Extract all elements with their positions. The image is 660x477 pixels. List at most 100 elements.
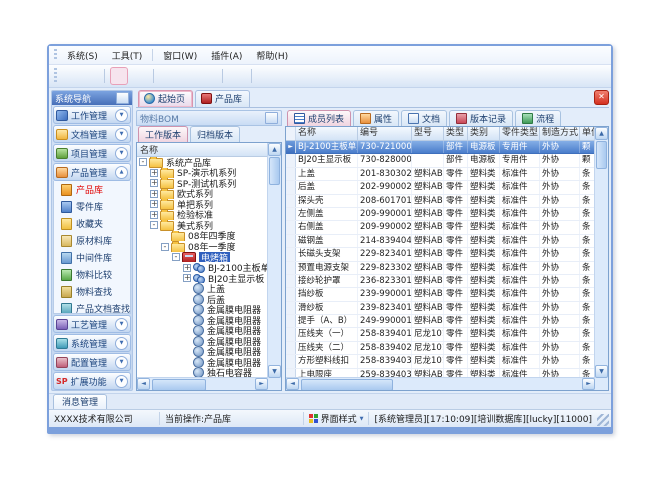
column-header-type[interactable]: 类型 <box>444 127 468 140</box>
member-tab[interactable]: 成员列表 <box>287 110 351 126</box>
scroll-left-button[interactable]: ◄ <box>286 378 299 390</box>
sidebar-item[interactable]: 物料比较 <box>54 266 130 283</box>
doc-export-icon[interactable] <box>180 68 196 84</box>
table-row[interactable]: 方形塑料线扣 258-839403-00I 尼龙1010 零件 塑料类 标准件 … <box>286 355 595 368</box>
member-tab[interactable]: 文档 <box>401 110 447 126</box>
menu-item[interactable]: 窗口(W) <box>156 48 204 63</box>
sidebar-group[interactable]: SP 扩展功能 <box>53 372 131 390</box>
table-row[interactable]: 滑纱板 239-823401-00I 塑料ABS 零件 塑料类 标准件 外协 条 <box>286 302 595 315</box>
column-header-part-type[interactable]: 零件类型 <box>500 127 540 140</box>
expander-icon[interactable] <box>172 253 180 261</box>
tree-item[interactable]: 金属膜电阻器 <box>137 347 268 358</box>
table-row[interactable]: 接纱轮护罩 236-823301-00I 塑料ABS 零件 塑料类 标准件 外协… <box>286 275 595 288</box>
tree-item[interactable]: 08年四季度 <box>137 231 268 242</box>
table-row[interactable]: 右侧盖 209-990002-01I 塑料ABS 零件 塑料类 标准件 外协 条 <box>286 221 595 234</box>
scroll-thumb[interactable] <box>152 379 206 391</box>
scroll-down-button[interactable]: ▼ <box>268 365 281 378</box>
scroll-down-button[interactable]: ▼ <box>595 365 608 378</box>
tab-message-management[interactable]: 消息管理 <box>53 394 107 409</box>
interface-style-button[interactable]: 界面样式 ▼ <box>304 412 370 425</box>
sidebar-group[interactable]: 配置管理 <box>53 353 131 371</box>
scroll-up-button[interactable]: ▲ <box>595 127 608 140</box>
close-tab-button[interactable]: ✕ <box>594 90 609 105</box>
tree-item[interactable]: 欧式系列 <box>137 189 268 200</box>
pc-icon[interactable] <box>62 68 78 84</box>
tree-item[interactable]: 系统产品库 <box>137 157 268 168</box>
scroll-thumb[interactable] <box>596 141 607 169</box>
exit-icon[interactable] <box>278 68 294 84</box>
resize-grip[interactable] <box>597 414 609 426</box>
expander-icon[interactable] <box>183 264 191 272</box>
help-icon[interactable] <box>229 68 245 84</box>
chevron-icon[interactable] <box>115 318 128 331</box>
member-tab[interactable]: 版本记录 <box>449 110 513 126</box>
tree-item[interactable]: 金属膜电阻器 <box>137 336 268 347</box>
sidebar-group[interactable]: 项目管理 <box>53 144 131 162</box>
sidebar-item[interactable]: 收藏夹 <box>54 215 130 232</box>
column-header-model[interactable]: 型号 <box>412 127 444 140</box>
bom-panel-button[interactable] <box>265 112 278 124</box>
table-vertical-scrollbar[interactable]: ▲ ▼ <box>594 127 608 378</box>
globe-icon[interactable] <box>82 68 98 84</box>
tree-item[interactable]: 美式系列 <box>137 220 268 231</box>
tree-vertical-scrollbar[interactable]: ▲ ▼ <box>267 143 281 378</box>
expander-icon[interactable] <box>150 190 158 198</box>
folder-open-icon[interactable] <box>111 68 127 84</box>
sidebar-group[interactable]: 工作管理 <box>53 106 131 124</box>
sidebar-item[interactable]: 产品文档查找 <box>54 300 130 314</box>
sidebar-group[interactable]: 工艺管理 <box>53 315 131 333</box>
chevron-icon[interactable] <box>115 147 128 160</box>
table-row[interactable]: 预置电源支架 229-823302-00I 塑料ABS 零件 塑料类 标准件 外… <box>286 262 595 275</box>
menu-item[interactable]: 系统(S) <box>60 48 105 63</box>
table-row[interactable]: 压线夹（一） 258-839401-00I 尼龙1010 零件 塑料类 标准件 … <box>286 328 595 341</box>
sidebar-item[interactable]: 原材料库 <box>54 232 130 249</box>
tree-item[interactable]: 金属膜电阻器 <box>137 357 268 368</box>
tree-item[interactable]: 金属膜电阻器 <box>137 315 268 326</box>
member-tab[interactable]: 流程 <box>515 110 561 126</box>
table-row[interactable]: 挡纱板 239-990001-01I 塑料ABS 零件 塑料类 标准件 外协 条 <box>286 288 595 301</box>
table-row[interactable]: 探头壳 208-601701-01I 塑料ABS 零件 塑料类 标准件 外协 条 <box>286 195 595 208</box>
expander-icon[interactable] <box>139 158 147 166</box>
sidebar-item[interactable]: 产品库 <box>54 181 130 198</box>
tree-item[interactable]: BJ-2100主板单点 <box>137 262 268 273</box>
expander-icon[interactable] <box>150 221 158 229</box>
menu-item[interactable]: 插件(A) <box>204 48 249 63</box>
scroll-thumb[interactable] <box>269 157 280 185</box>
expander-icon[interactable] <box>161 243 169 251</box>
column-header-category[interactable]: 类别 <box>468 127 500 140</box>
tree-item[interactable]: 检验标准 <box>137 210 268 221</box>
tree-item[interactable]: SP-测试机系列 <box>137 178 268 189</box>
sidebar-item[interactable]: 零件库 <box>54 198 130 215</box>
sidebar-item[interactable]: 物料查找 <box>54 283 130 300</box>
table-row[interactable]: 磁钢盖 214-839404-01I 塑料ABS 零件 塑料类 标准件 外协 条 <box>286 235 595 248</box>
menu-item[interactable]: 工具(T) <box>105 48 150 63</box>
window-grid-icon[interactable] <box>131 68 147 84</box>
tree-item[interactable]: 单把系列 <box>137 199 268 210</box>
tree-item[interactable]: 金属膜电阻器 <box>137 304 268 315</box>
expander-icon[interactable] <box>150 211 158 219</box>
member-tab[interactable]: 属性 <box>353 110 399 126</box>
table-row[interactable]: 后盖 202-990002-01I 塑料ABS 零件 塑料类 标准件 外协 条 <box>286 181 595 194</box>
lock-icon[interactable] <box>258 68 274 84</box>
tree-item[interactable]: BJ20主显示板 <box>137 273 268 284</box>
tab-work-version[interactable]: 工作版本 <box>138 126 188 142</box>
sidebar-menu-button[interactable] <box>116 92 129 104</box>
scroll-thumb[interactable] <box>301 379 393 391</box>
table-row[interactable]: 提手（A、B） 249-990001-01I 塑料ABS 零件 塑料类 标准件 … <box>286 315 595 328</box>
table-row[interactable]: 左侧盖 209-990001-01I 塑料ABS 零件 塑料类 标准件 外协 条 <box>286 208 595 221</box>
tree-item[interactable]: 电烤箱 <box>137 252 268 263</box>
sidebar-group[interactable]: 系统管理 <box>53 334 131 352</box>
tree-item[interactable]: SP-演示机系列 <box>137 168 268 179</box>
tree-horizontal-scrollbar[interactable]: ◄ ► <box>137 377 268 390</box>
table-row[interactable]: 压线夹（二） 258-839402-00I 尼龙1010 零件 塑料类 标准件 … <box>286 342 595 355</box>
scroll-up-button[interactable]: ▲ <box>268 143 281 156</box>
document-tab[interactable]: 起始页 <box>138 90 193 107</box>
column-header-name[interactable]: 名称 <box>296 127 358 140</box>
chevron-icon[interactable] <box>115 356 128 369</box>
tree-item[interactable]: 上盖 <box>137 283 268 294</box>
scroll-right-button[interactable]: ► <box>582 378 595 390</box>
chevron-icon[interactable] <box>115 337 128 350</box>
table-row[interactable]: BJ-2100主板单点 730-721000-12I 部件 电源板 专用件 外协… <box>286 141 595 154</box>
chevron-icon[interactable] <box>115 109 128 122</box>
column-header-code[interactable]: 编号 <box>358 127 412 140</box>
